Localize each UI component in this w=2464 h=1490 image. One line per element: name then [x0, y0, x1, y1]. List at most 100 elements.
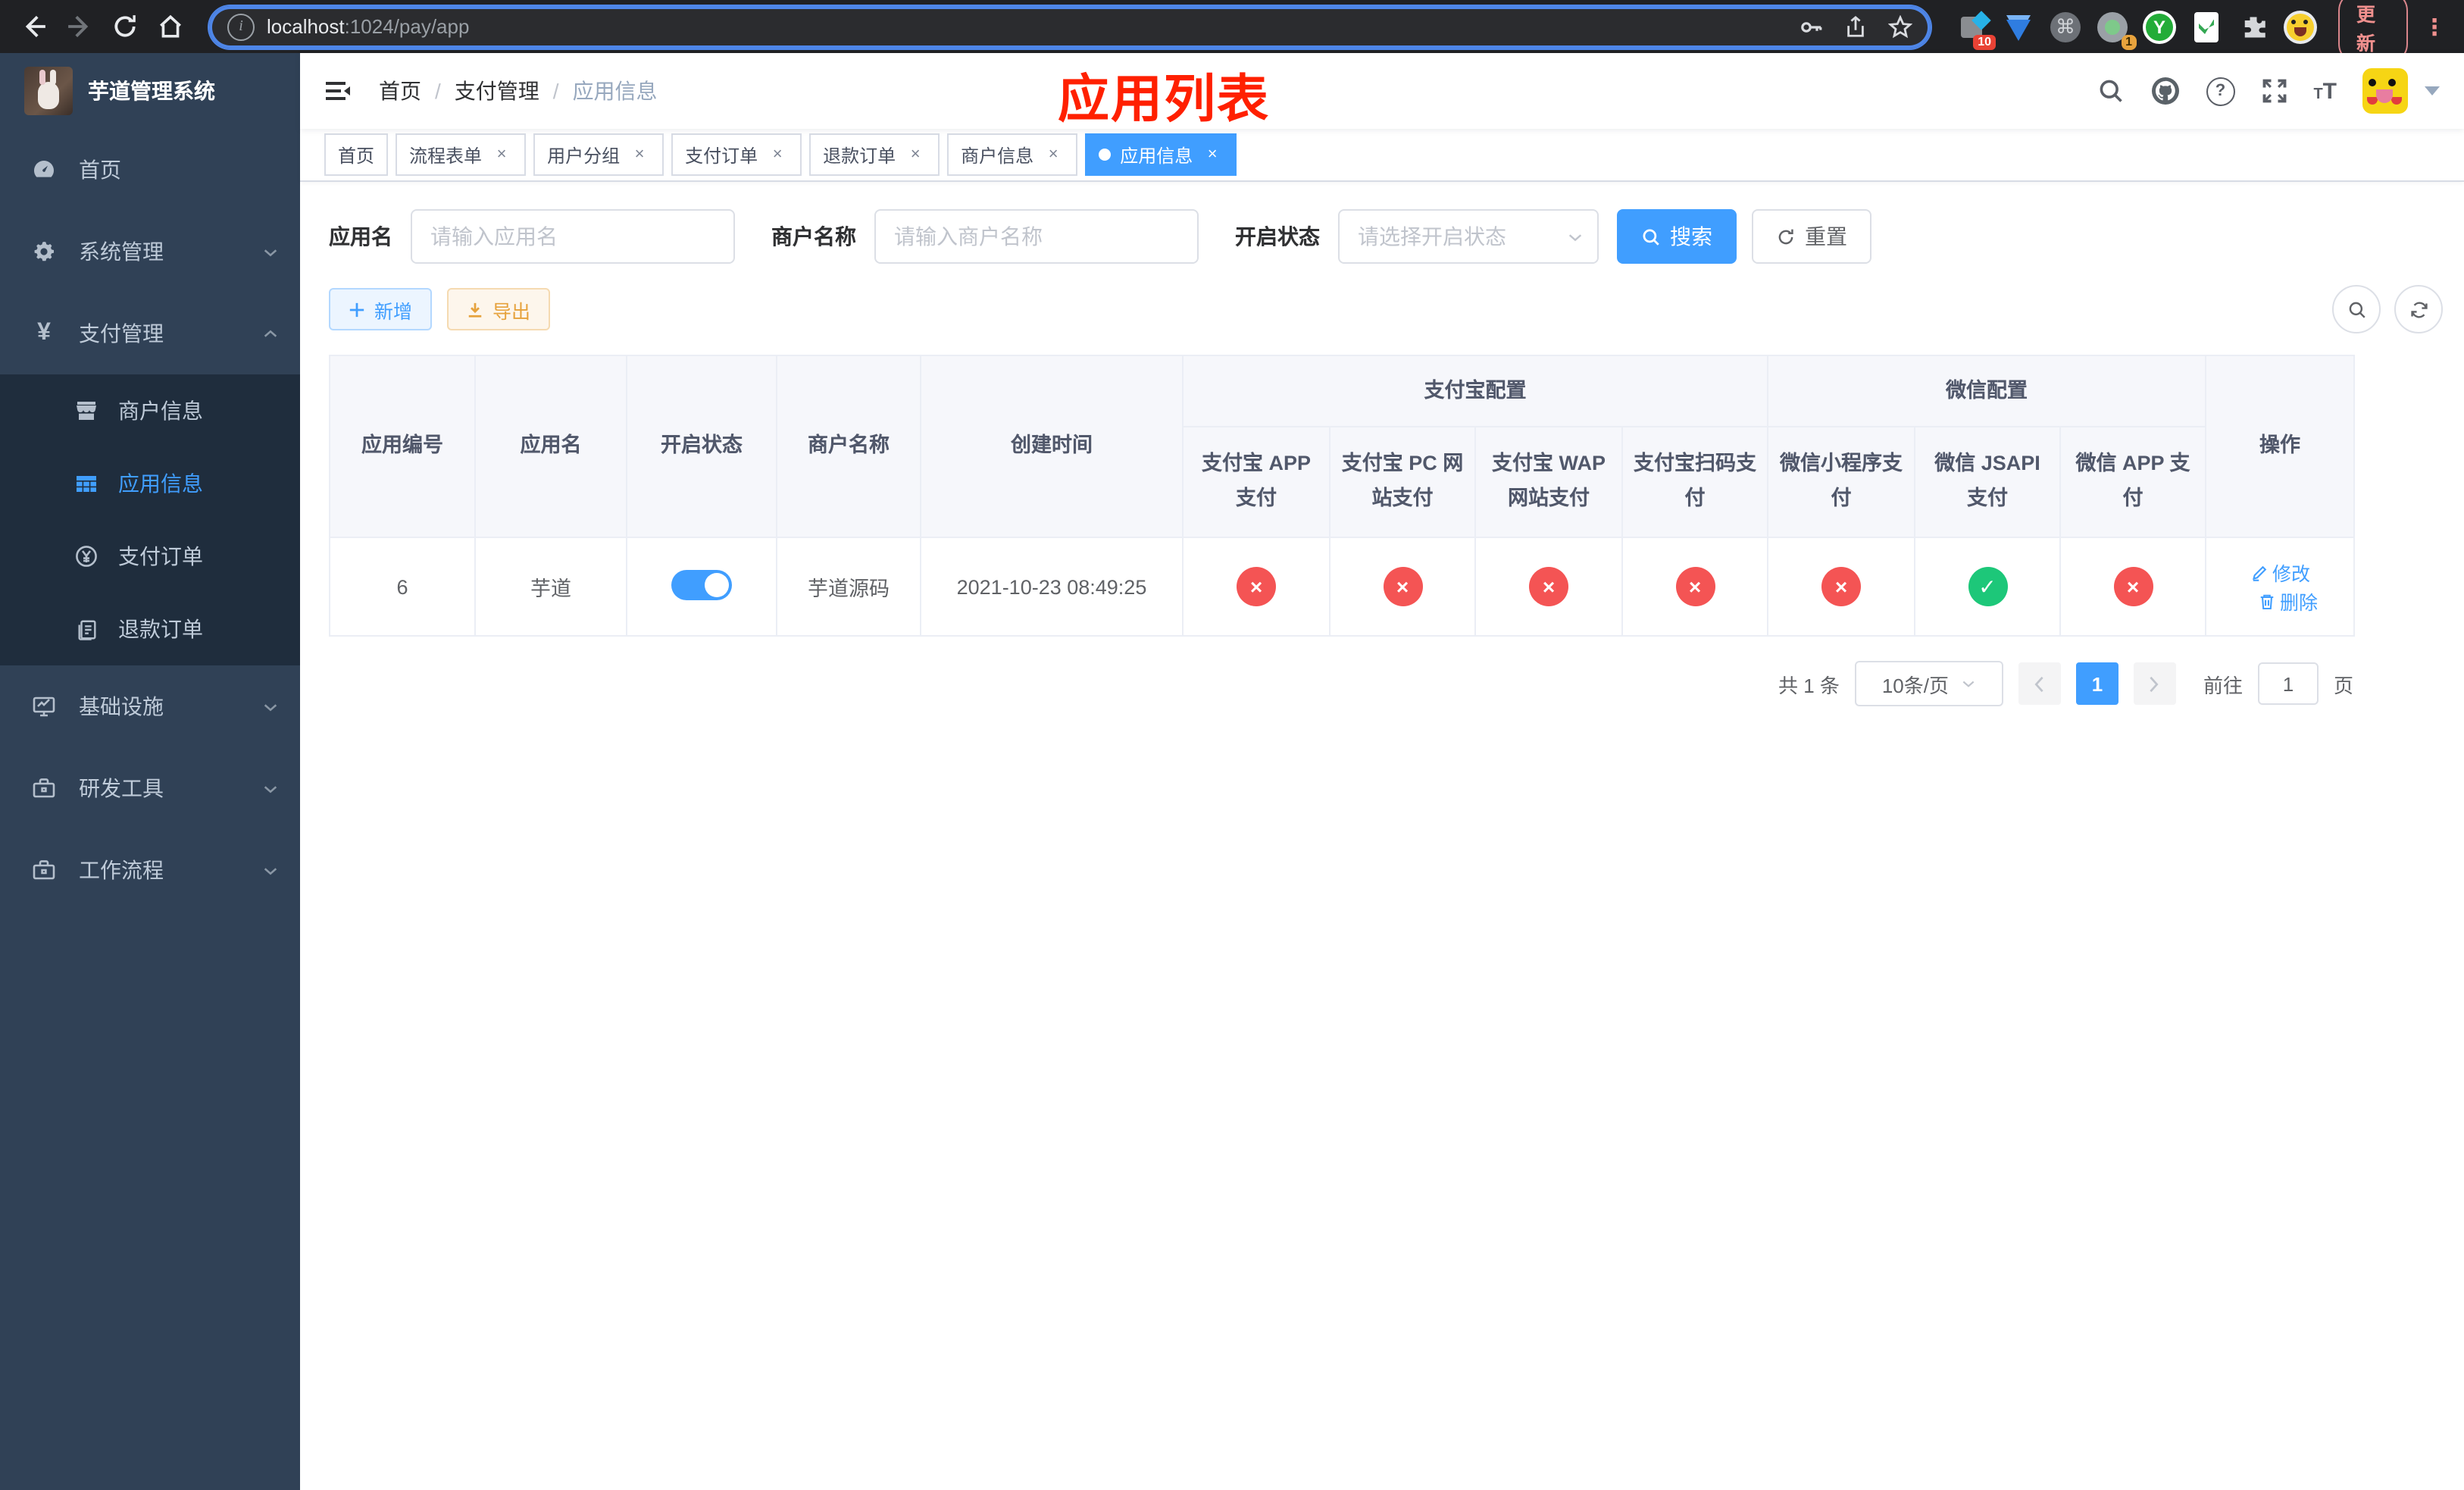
profile-avatar-icon[interactable] [2284, 10, 2317, 43]
tab-refund-order[interactable]: 退款订单 × [809, 133, 940, 176]
tab-app-info-active[interactable]: 应用信息 × [1085, 133, 1237, 176]
monitor-chart-icon [30, 694, 58, 718]
app-logo[interactable]: 芋道管理系统 [0, 53, 300, 129]
sidebar-item-label: 退款订单 [118, 617, 203, 641]
active-dot [1099, 149, 1112, 161]
reset-button[interactable]: 重置 [1752, 209, 1871, 264]
total-count: 共 1 条 [1778, 674, 1840, 696]
github-icon[interactable] [2150, 76, 2180, 106]
extensions-area: 10 ⌘ 1 Y [1955, 10, 2317, 49]
browser-menu-icon[interactable]: ⋮ [2423, 13, 2446, 40]
sidebar-item-label: 支付订单 [118, 544, 203, 568]
table-toolbar: 新增 导出 [329, 285, 2443, 333]
sidebar: 芋道管理系统 首页 系统管理 ¥ 支付管理 商户信息 应用信息 支付订单 退款订… [0, 53, 300, 1490]
password-key-icon[interactable] [1799, 14, 1823, 39]
extension-y-icon[interactable]: Y [2143, 10, 2176, 43]
close-icon[interactable]: × [767, 144, 788, 165]
sidebar-item-dev-tools[interactable]: 研发工具 [0, 747, 300, 829]
tab-merchant-info[interactable]: 商户信息 × [947, 133, 1078, 176]
status-select[interactable]: 请选择开启状态 [1338, 209, 1599, 264]
extensions-puzzle-icon[interactable] [2237, 10, 2270, 43]
sidebar-item-home[interactable]: 首页 [0, 129, 300, 211]
app-title: 芋道管理系统 [88, 79, 215, 103]
sidebar-item-infra[interactable]: 基础设施 [0, 665, 300, 747]
sidebar-item-app-info[interactable]: 应用信息 [0, 447, 300, 520]
status-label: 开启状态 [1235, 224, 1320, 249]
next-page-button[interactable] [2133, 662, 2176, 705]
col-header-alipay-qr: 支付宝扫码支付 [1621, 426, 1768, 538]
tab-pay-order[interactable]: 支付订单 × [671, 133, 802, 176]
url-text: localhost:1024/pay/app [267, 15, 470, 38]
col-header-wx-mini: 微信小程序支付 [1767, 426, 1915, 538]
home-icon[interactable] [152, 8, 188, 45]
sidebar-item-system[interactable]: 系统管理 [0, 211, 300, 293]
delete-link[interactable]: 删除 [2257, 587, 2318, 615]
breadcrumb-home[interactable]: 首页 [379, 76, 421, 106]
page-content: 应用名 商户名称 开启状态 请选择开启状态 搜索 [300, 182, 2464, 706]
table-row: 6 芋道 芋道源码 2021-10-23 08:49:25 × × × × × … [329, 537, 2356, 637]
extension-pieces-icon[interactable]: 10 [1955, 10, 1996, 49]
sidebar-item-payment[interactable]: ¥ 支付管理 [0, 293, 300, 374]
app-table: 应用编号 应用名 开启状态 商户名称 创建时间 支付宝配置 微信配置 操作 支付… [329, 355, 2356, 637]
col-header-wx-app: 微信 APP 支付 [2059, 426, 2207, 538]
tab-user-group[interactable]: 用户分组 × [533, 133, 664, 176]
extension-doc-icon[interactable] [2190, 10, 2223, 43]
add-button[interactable]: 新增 [329, 288, 433, 330]
extension-camera-icon[interactable]: 1 [2096, 10, 2137, 49]
user-avatar[interactable] [2362, 68, 2408, 114]
fullscreen-icon[interactable] [2260, 77, 2287, 105]
chevron-up-icon [262, 325, 279, 342]
toolbox-icon [30, 858, 58, 882]
sidebar-collapse-icon[interactable] [324, 79, 352, 103]
sidebar-item-refund-order[interactable]: 退款订单 [0, 593, 300, 665]
share-icon[interactable] [1844, 14, 1867, 39]
search-button[interactable]: 搜索 [1617, 209, 1737, 264]
sidebar-menu: 首页 系统管理 ¥ 支付管理 商户信息 应用信息 支付订单 退款订单 基础设施 … [0, 129, 300, 1490]
wx-mini-status-icon: × [1821, 567, 1861, 606]
close-icon[interactable]: × [629, 144, 650, 165]
extension-command-icon[interactable]: ⌘ [2049, 10, 2082, 43]
help-icon[interactable]: ? [2206, 77, 2235, 105]
back-icon[interactable] [15, 8, 52, 45]
chevron-down-icon [262, 780, 279, 797]
prev-page-button[interactable] [2018, 662, 2061, 705]
breadcrumb-section[interactable]: 支付管理 [455, 76, 539, 106]
bookmark-star-icon[interactable] [1888, 14, 1912, 39]
search-icon[interactable] [2097, 77, 2124, 105]
current-page-button[interactable]: 1 [2075, 662, 2118, 705]
close-icon[interactable]: × [491, 144, 512, 165]
forward-icon[interactable] [61, 8, 97, 45]
caret-down-icon[interactable] [2425, 85, 2440, 97]
export-button[interactable]: 导出 [447, 288, 551, 330]
sidebar-item-workflow[interactable]: 工作流程 [0, 829, 300, 911]
close-icon[interactable]: × [905, 144, 926, 165]
site-info-icon[interactable]: i [227, 13, 255, 40]
page-size-select[interactable]: 10条/页 [1854, 661, 2003, 706]
font-size-icon[interactable]: TT [2313, 78, 2337, 104]
show-search-button[interactable] [2332, 285, 2381, 333]
reload-icon[interactable] [106, 8, 142, 45]
close-icon[interactable]: × [1043, 144, 1064, 165]
group-header-wechat: 微信配置 [1766, 355, 2207, 427]
sidebar-item-label: 研发工具 [79, 776, 164, 800]
tab-process-form[interactable]: 流程表单 × [396, 133, 527, 176]
document-icon [73, 618, 100, 640]
enabled-toggle[interactable] [671, 569, 732, 599]
col-header-merchant: 商户名称 [776, 355, 921, 538]
sidebar-item-merchant-info[interactable]: 商户信息 [0, 374, 300, 447]
edit-link[interactable]: 修改 [2250, 558, 2310, 587]
url-bar[interactable]: i localhost:1024/pay/app [209, 5, 1931, 48]
alipay-wap-status-icon: × [1529, 567, 1568, 606]
goto-page-input[interactable] [2257, 662, 2319, 705]
app-name-input[interactable] [411, 209, 735, 264]
col-header-actions: 操作 [2205, 355, 2356, 538]
extension-gem-icon[interactable] [2002, 10, 2035, 43]
refresh-button[interactable] [2394, 285, 2443, 333]
yen-circle-icon [73, 544, 100, 568]
tab-home[interactable]: 首页 [324, 133, 389, 176]
sidebar-item-pay-order[interactable]: 支付订单 [0, 520, 300, 593]
close-icon[interactable]: × [1202, 144, 1223, 165]
alipay-qr-status-icon: × [1675, 567, 1715, 606]
merchant-name-input[interactable] [874, 209, 1199, 264]
browser-toolbar: i localhost:1024/pay/app 10 ⌘ 1 Y 更新 ⋮ [0, 0, 2464, 63]
